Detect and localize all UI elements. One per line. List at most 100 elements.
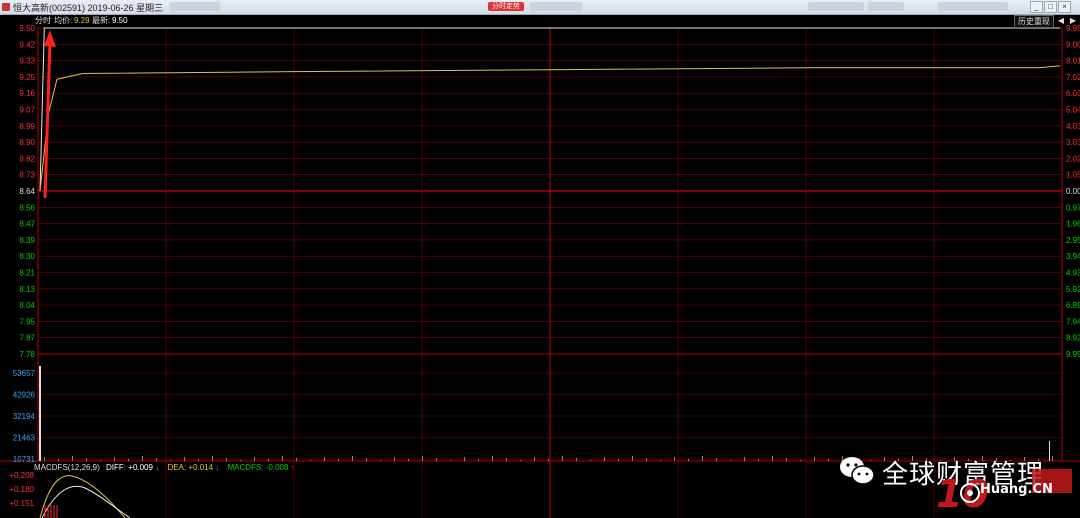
volume-bar (268, 459, 269, 461)
volume-bar (128, 459, 129, 461)
avg-label: 均价: (54, 16, 73, 25)
volume-bar (730, 460, 731, 461)
nav-left-arrow-icon[interactable]: ◀ (1056, 15, 1066, 26)
volume-tick-label: 10731 (13, 455, 36, 464)
history-replay-button[interactable]: 历史重现 (1014, 15, 1054, 28)
volume-bar (156, 458, 157, 461)
volume-bar (114, 457, 115, 461)
volume-bar (772, 456, 773, 461)
last-price-value: 9.50 (112, 16, 128, 25)
price-tick-label: 8.56 (19, 203, 35, 212)
volume-bar (100, 460, 101, 461)
volume-bar (324, 457, 325, 461)
minimize-button[interactable]: _ (1030, 1, 1043, 13)
macd-diff-value: +0.009 (128, 463, 153, 472)
toolbar-item[interactable] (530, 2, 582, 11)
close-button[interactable]: × (1058, 1, 1071, 13)
volume-bar (604, 457, 605, 461)
percent-tick-label: 7.94 (1066, 317, 1080, 326)
percent-tick-label: 1.96 (1066, 220, 1080, 229)
price-tick-label: 9.33 (19, 57, 35, 66)
percent-tick-label: 9.00% (1066, 40, 1080, 49)
volume-bar (422, 456, 423, 461)
volume-bar (590, 460, 591, 461)
volume-bar (674, 457, 675, 461)
price-tick-label: 7.95 (19, 317, 35, 326)
volume-bar (296, 458, 297, 461)
volume-bar (44, 457, 45, 461)
toolbar-item[interactable] (808, 2, 864, 11)
volume-bar (814, 457, 815, 461)
price-tick-label: 7.78 (19, 350, 35, 359)
percent-tick-label: 4.93 (1066, 269, 1080, 278)
price-tick-label: 8.73 (19, 171, 35, 180)
price-tick-label: 8.64 (19, 187, 35, 196)
volume-bar (212, 456, 213, 461)
percent-tick-label: 6.03 (1066, 89, 1080, 98)
macd-macdfs-value: -0.008 (265, 463, 289, 472)
volume-bar (226, 458, 227, 461)
macd-diff-label: DIFF: (106, 463, 127, 472)
percent-tick-label: 8.01 (1066, 57, 1080, 66)
volume-bar (702, 456, 703, 461)
price-tick-label: 8.47 (19, 220, 35, 229)
percent-tick-label: 7.02 (1066, 73, 1080, 82)
toolbar-item[interactable] (938, 2, 1008, 11)
window-title-bar: 恒大高新(002591) 2019-06-26 星期三 分时走势 _ □ × (0, 0, 1080, 15)
watermark: 全球财富管理 10 Huang.CN (838, 452, 1078, 516)
toolbar-item[interactable] (170, 2, 220, 11)
macd-dea-value: +0.014 (188, 463, 214, 472)
volume-bar (310, 460, 311, 461)
price-tick-label: 9.07 (19, 106, 35, 115)
volume-bar (576, 458, 577, 461)
annotation-arrowhead-icon (44, 30, 56, 47)
volume-bar (548, 459, 549, 461)
volume-bar (646, 458, 647, 461)
volume-bar (58, 459, 59, 461)
macd-dea-arrow-icon: ↓ (215, 463, 220, 472)
nav-right-arrow-icon[interactable]: ▶ (1068, 15, 1078, 26)
volume-bar (184, 457, 185, 461)
percent-tick-label: 5.04 (1066, 106, 1080, 115)
percent-tick-label: 3.94 (1066, 252, 1080, 261)
volume-bar (380, 460, 381, 461)
maximize-button[interactable]: □ (1044, 1, 1057, 13)
volume-bar (436, 458, 437, 461)
volume-bar (562, 456, 563, 461)
volume-bar (254, 457, 255, 461)
view-mode-badge[interactable]: 分时走势 (488, 2, 524, 11)
percent-tick-label: 3.03 (1066, 138, 1080, 147)
percent-tick-label: 1.05 (1066, 171, 1080, 180)
macd-header: MACDFS(12,26,9) DIFF: +0.009 ↓ DEA: +0.0… (34, 463, 301, 473)
price-tick-label: 8.82 (19, 154, 35, 163)
macd-tick-label: +0.151 (9, 499, 34, 508)
site-logo-text: Huang.CN (980, 482, 1053, 497)
mode-label: 分时 (35, 16, 51, 25)
volume-bar (716, 458, 717, 461)
volume-bar (786, 458, 787, 461)
volume-bar (758, 459, 759, 461)
volume-bar (170, 460, 171, 461)
price-tick-label: 8.13 (19, 285, 35, 294)
volume-bar (142, 456, 143, 461)
percent-tick-label: 5.92 (1066, 285, 1080, 294)
percent-tick-label: 2.02 (1066, 154, 1080, 163)
volume-bar (534, 457, 535, 461)
volume-bar (86, 458, 87, 461)
volume-bar (492, 456, 493, 461)
volume-bar (39, 366, 41, 461)
volume-bar (282, 456, 283, 461)
volume-bar (394, 457, 395, 461)
toolbar-item[interactable] (868, 2, 904, 11)
percent-tick-label: 4.03 (1066, 122, 1080, 131)
volume-tick-label: 32194 (13, 412, 36, 421)
price-tick-label: 7.87 (19, 334, 35, 343)
avg-price-value: 9.29 (74, 16, 90, 25)
volume-bar (408, 459, 409, 461)
volume-bar (688, 459, 689, 461)
volume-bar (72, 456, 73, 461)
volume-bar (520, 460, 521, 461)
macd-tick-label: +0.208 (9, 471, 34, 480)
macd-diff-arrow-icon: ↓ (155, 463, 160, 472)
volume-bar (352, 456, 353, 461)
